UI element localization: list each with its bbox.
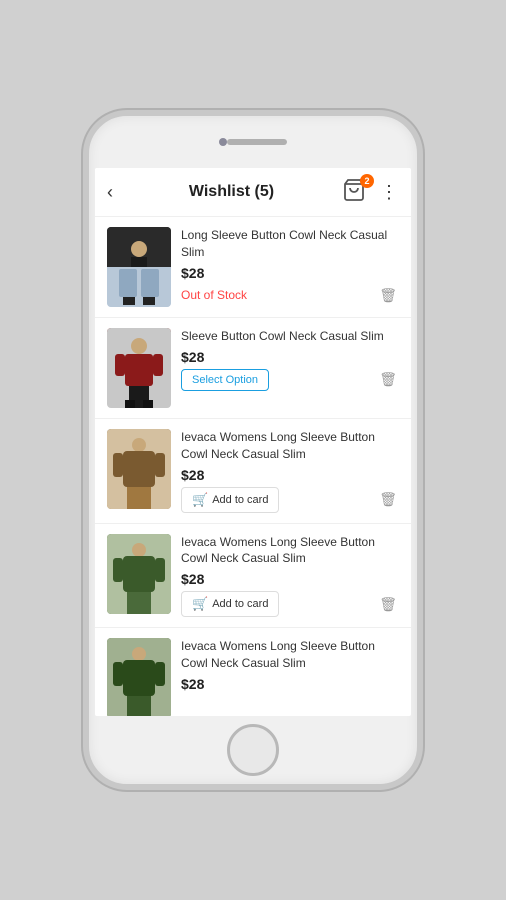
- product-name: Ievaca Womens Long Sleeve Button Cowl Ne…: [181, 638, 399, 672]
- delete-button[interactable]: 🗑: [377, 285, 399, 306]
- product-actions: 🛒 Add to card 🗑: [181, 487, 399, 513]
- cart-badge: 2: [360, 174, 374, 188]
- power-button: [421, 236, 423, 280]
- product-actions: 🛒 Add to card 🗑: [181, 591, 399, 617]
- home-button[interactable]: [227, 724, 279, 776]
- product-price: $28: [181, 265, 399, 281]
- product-image: [107, 429, 171, 509]
- delete-button[interactable]: 🗑: [377, 594, 399, 615]
- wishlist-item: Ievaca Womens Long Sleeve Button Cowl Ne…: [95, 628, 411, 716]
- product-actions: Out of Stock 🗑: [181, 285, 399, 306]
- product-info: Ievaca Womens Long Sleeve Button Cowl Ne…: [181, 429, 399, 513]
- header-actions: 2 ⋮: [342, 178, 399, 206]
- product-price: $28: [181, 676, 399, 692]
- add-to-cart-label: Add to card: [212, 598, 268, 610]
- select-option-button[interactable]: Select Option: [181, 369, 269, 391]
- more-options-button[interactable]: ⋮: [380, 182, 399, 203]
- cart-plus-icon: 🛒: [192, 596, 208, 612]
- add-to-cart-button[interactable]: 🛒 Add to card: [181, 487, 279, 513]
- screen: ‹ Wishlist (5) 2 ⋮: [95, 168, 411, 716]
- product-thumbnail: [107, 429, 171, 509]
- wishlist-item: Ievaca Womens Long Sleeve Button Cowl Ne…: [95, 524, 411, 629]
- wishlist-item: Ievaca Womens Long Sleeve Button Cowl Ne…: [95, 419, 411, 524]
- product-info: Ievaca Womens Long Sleeve Button Cowl Ne…: [181, 534, 399, 618]
- phone-speaker: [227, 139, 287, 145]
- product-actions: Select Option 🗑: [181, 369, 399, 391]
- product-name: Ievaca Womens Long Sleeve Button Cowl Ne…: [181, 534, 399, 568]
- out-of-stock-label: Out of Stock: [181, 288, 247, 302]
- cart-plus-icon: 🛒: [192, 492, 208, 508]
- product-name: Long Sleeve Button Cowl Neck Casual Slim: [181, 227, 399, 261]
- volume-down-button: [83, 256, 85, 284]
- back-button[interactable]: ‹: [107, 182, 113, 203]
- product-price: $28: [181, 467, 399, 483]
- delete-button[interactable]: 🗑: [377, 369, 399, 390]
- product-info: Long Sleeve Button Cowl Neck Casual Slim…: [181, 227, 399, 306]
- add-to-cart-button[interactable]: 🛒 Add to card: [181, 591, 279, 617]
- product-name: Ievaca Womens Long Sleeve Button Cowl Ne…: [181, 429, 399, 463]
- product-image: [107, 534, 171, 614]
- cart-button[interactable]: 2: [342, 178, 370, 206]
- product-price: $28: [181, 571, 399, 587]
- volume-up-button: [83, 216, 85, 244]
- wishlist-item: Sleeve Button Cowl Neck Casual Slim $28 …: [95, 318, 411, 419]
- product-image: [107, 227, 171, 307]
- phone-camera: [219, 138, 227, 146]
- product-price: $28: [181, 349, 399, 365]
- product-thumbnail: [107, 227, 171, 307]
- add-to-cart-label: Add to card: [212, 494, 268, 506]
- delete-button[interactable]: 🗑: [377, 489, 399, 510]
- phone-frame: ‹ Wishlist (5) 2 ⋮: [83, 110, 423, 790]
- product-info: Sleeve Button Cowl Neck Casual Slim $28 …: [181, 328, 399, 391]
- app-header: ‹ Wishlist (5) 2 ⋮: [95, 168, 411, 217]
- product-info: Ievaca Womens Long Sleeve Button Cowl Ne…: [181, 638, 399, 696]
- product-name: Sleeve Button Cowl Neck Casual Slim: [181, 328, 399, 345]
- wishlist-scroll[interactable]: Long Sleeve Button Cowl Neck Casual Slim…: [95, 217, 411, 716]
- product-thumbnail: [107, 638, 171, 716]
- product-image: [107, 328, 171, 408]
- wishlist-item: Long Sleeve Button Cowl Neck Casual Slim…: [95, 217, 411, 318]
- product-image: [107, 638, 171, 716]
- page-title: Wishlist (5): [121, 183, 342, 201]
- product-thumbnail: [107, 534, 171, 614]
- product-thumbnail: [107, 328, 171, 408]
- phone-top: [89, 116, 417, 168]
